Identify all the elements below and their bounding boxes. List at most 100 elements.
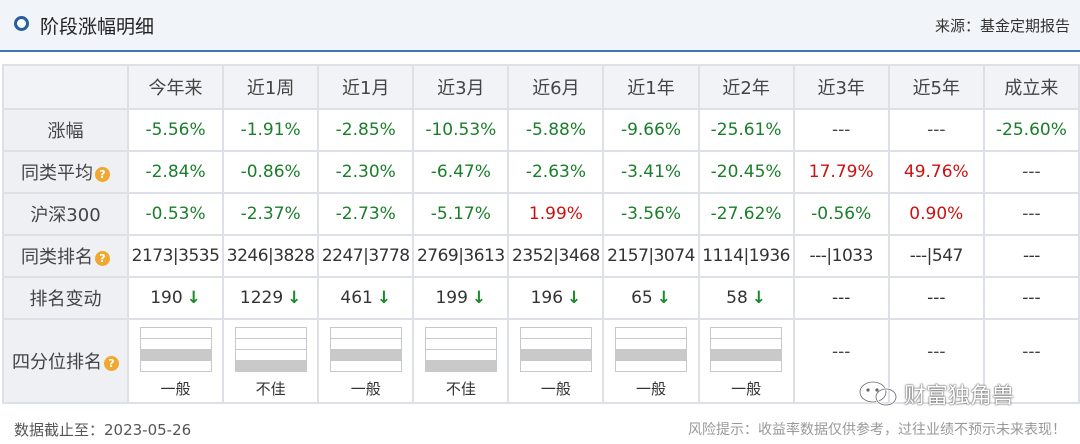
quartile-bar <box>424 326 497 372</box>
value-cell: 17.79% <box>792 150 890 194</box>
chat-bubbles-icon <box>858 380 898 407</box>
quartile-segment <box>140 327 211 339</box>
rank-change-value: --- <box>1022 288 1041 308</box>
quartile-segment <box>425 327 496 339</box>
quartile-segment <box>235 349 306 361</box>
value-cell: -5.88% <box>507 108 605 152</box>
quartile-bar <box>139 326 212 372</box>
rank-cell: ---|547 <box>887 234 985 278</box>
performance-table: 今年来 近1周 近1月 近3月 近6月 近1年 近2年 近3年 近5年 成立来 … <box>2 64 1080 404</box>
value-cell: --- <box>887 108 985 152</box>
down-arrow-icon: ↓ <box>751 288 767 308</box>
quartile-segment <box>330 327 401 339</box>
column-header: 近1年 <box>602 64 700 110</box>
quartile-cell: 不佳 <box>412 318 510 404</box>
column-header: 近3年 <box>792 64 890 110</box>
quartile-segment <box>140 349 211 361</box>
quartile-segment <box>235 327 306 339</box>
rank-change-value: 1229 <box>239 288 284 308</box>
column-header: 近3月 <box>412 64 510 110</box>
quartile-segment <box>616 338 687 350</box>
rank-change-cell: --- <box>887 276 985 320</box>
quartile-segment <box>616 360 687 371</box>
watermark: 财富独角兽 <box>858 378 1014 410</box>
rank-cell: ---|1033 <box>792 234 890 278</box>
section-header: 阶段涨幅明细 来源：基金定期报告 <box>0 0 1080 52</box>
rank-change-value: 196 <box>530 288 564 308</box>
quartile-segment <box>520 360 591 371</box>
rank-cell: 2769|3613 <box>412 234 510 278</box>
rank-cell: 3246|3828 <box>222 234 320 278</box>
rank-change-cell: --- <box>982 276 1080 320</box>
quartile-indicator: 一般 <box>615 326 688 399</box>
rank-change-cell: 65 ↓ <box>602 276 700 320</box>
help-icon[interactable]: ? <box>104 355 119 371</box>
quartile-label: 一般 <box>731 379 762 398</box>
quartile-segment <box>425 338 496 350</box>
quartile-segment <box>330 338 401 350</box>
column-header: 近6月 <box>507 64 605 110</box>
value-cell: -2.30% <box>317 150 415 194</box>
column-header: 近5年 <box>887 64 985 110</box>
quartile-segment <box>235 338 306 350</box>
source-label: 来源：基金定期报告 <box>934 17 1070 35</box>
quartile-indicator: 不佳 <box>234 326 307 399</box>
help-icon[interactable]: ? <box>95 250 110 266</box>
quartile-segment <box>616 349 687 361</box>
quartile-label: 一般 <box>636 379 667 398</box>
value-cell: --- <box>792 108 890 152</box>
down-arrow-icon: ↓ <box>287 288 302 308</box>
value-cell: -10.53% <box>412 108 510 152</box>
value-cell: -2.63% <box>507 150 605 194</box>
quartile-segment <box>711 338 782 350</box>
watermark-text: 财富独角兽 <box>904 384 1015 409</box>
quartile-bar <box>519 326 592 372</box>
row-label: 排名变动 <box>2 276 129 320</box>
quartile-label: 一般 <box>160 379 191 398</box>
table-row-peer-average: 同类平均? -2.84% -0.86% -2.30% -6.47% -2.63% -3.4… <box>2 150 1080 194</box>
quartile-indicator: 一般 <box>329 326 402 399</box>
row-label-text: 同类排名 <box>21 247 93 268</box>
quartile-cell: 一般 <box>507 318 605 404</box>
quartile-cell: 一般 <box>602 318 700 404</box>
quartile-segment <box>425 360 496 371</box>
quartile-indicator: 一般 <box>139 326 212 399</box>
rank-change-cell: 58 ↓ <box>697 276 795 320</box>
column-header: 近1周 <box>222 64 320 110</box>
rank-cell: 2247|3778 <box>317 234 415 278</box>
quartile-label: 一般 <box>350 379 381 398</box>
value-cell: -5.56% <box>126 108 225 152</box>
value-cell: -2.84% <box>126 150 225 194</box>
value-cell: -9.66% <box>602 108 700 152</box>
quartile-cell: 一般 <box>317 318 415 404</box>
value-cell: -0.53% <box>126 192 225 236</box>
row-label-text: 四分位排名 <box>12 352 102 373</box>
quartile-segment <box>520 338 591 350</box>
down-arrow-icon: ↓ <box>656 288 671 308</box>
rank-cell: 2157|3074 <box>602 234 700 278</box>
rank-change-cell: 199 ↓ <box>412 276 510 320</box>
rank-change-value: 58 <box>726 288 748 308</box>
value-cell: -6.47% <box>412 150 510 194</box>
row-label: 沪深300 <box>2 192 129 236</box>
value-cell: --- <box>982 150 1080 194</box>
rank-change-value: --- <box>832 288 851 308</box>
quartile-label: 一般 <box>540 379 571 398</box>
rank-change-value: 65 <box>631 288 653 308</box>
down-arrow-icon: ↓ <box>376 288 392 308</box>
column-header: 成立来 <box>982 64 1080 110</box>
down-arrow-icon: ↓ <box>471 288 487 308</box>
value-cell: -2.37% <box>222 192 320 236</box>
row-label-text: 同类平均 <box>21 163 93 184</box>
value-cell: --- <box>982 192 1080 236</box>
rank-change-value: --- <box>927 288 946 308</box>
value-cell: -2.73% <box>317 192 415 236</box>
value-cell: -25.60% <box>982 108 1080 152</box>
quartile-segment <box>330 349 401 361</box>
rank-change-value: 461 <box>340 288 373 308</box>
rank-change-value: 190 <box>150 288 183 308</box>
value-cell: -0.56% <box>792 192 890 236</box>
help-icon[interactable]: ? <box>95 166 110 182</box>
quartile-indicator: 不佳 <box>424 326 497 399</box>
value-cell: -1.91% <box>222 108 320 152</box>
